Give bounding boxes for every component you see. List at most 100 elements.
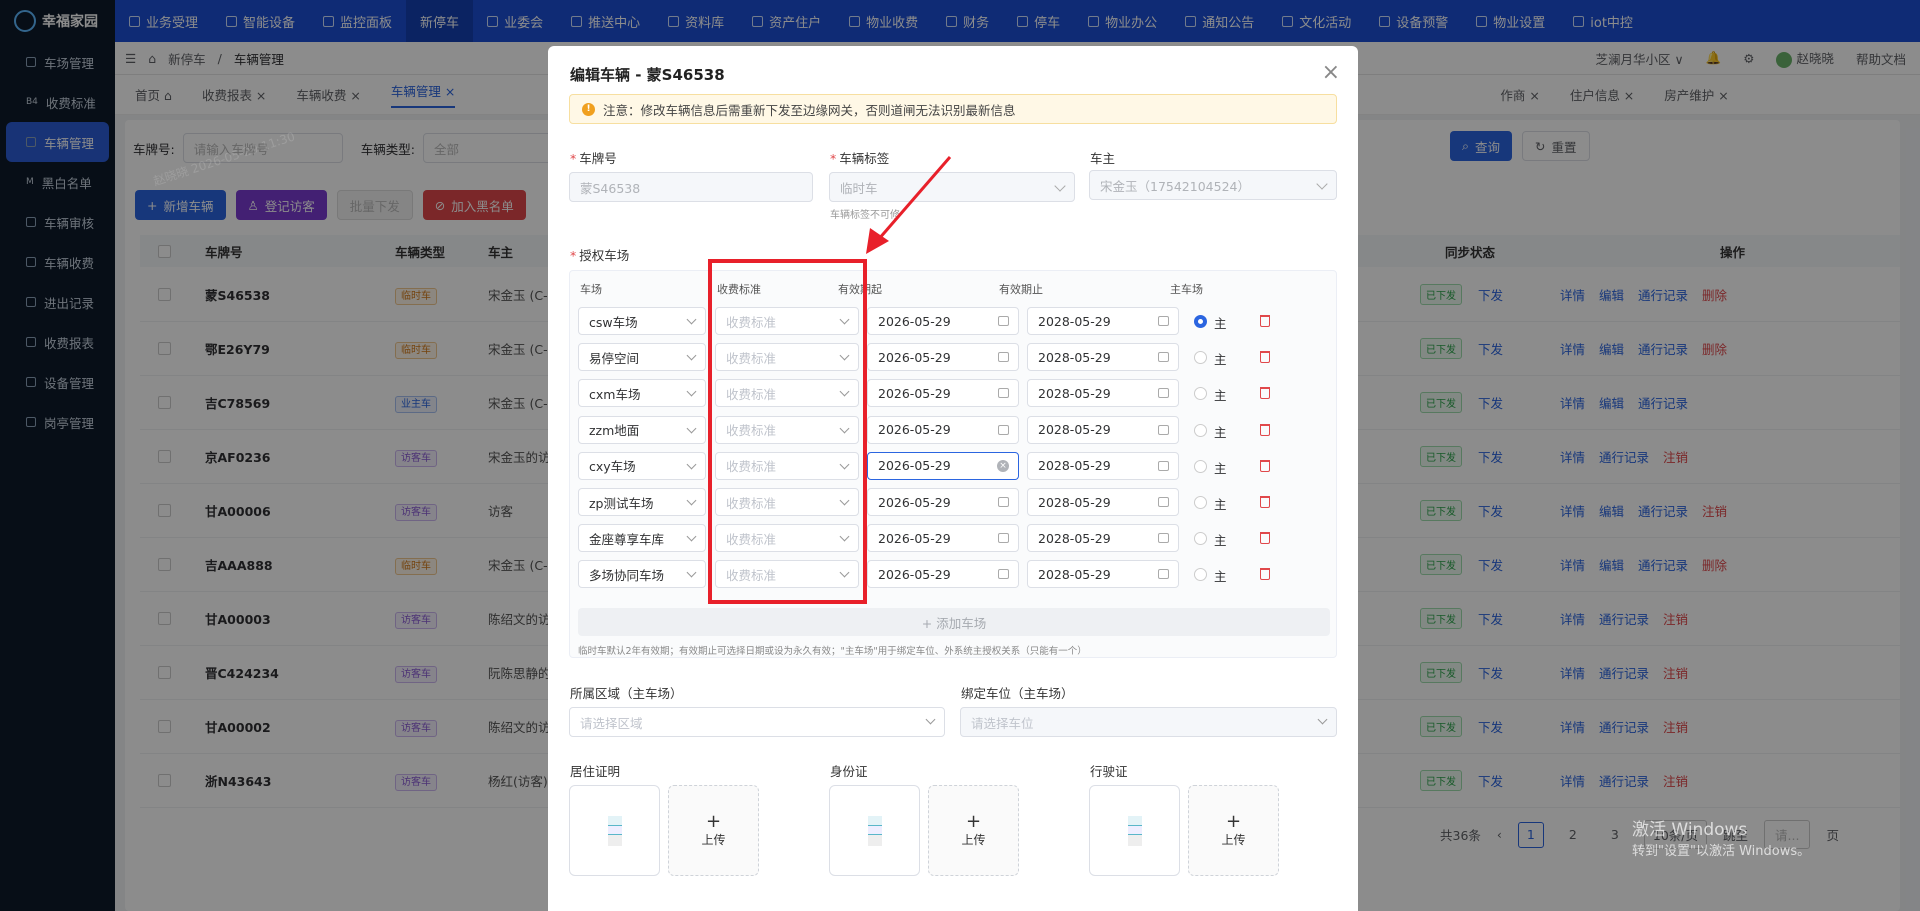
owner-label: 车主	[1090, 151, 1116, 166]
auth-parks-label: * 授权车场	[570, 248, 630, 263]
trash-icon[interactable]	[1260, 315, 1270, 327]
residence-proof-label: 居住证明	[570, 764, 621, 779]
calendar-icon	[1158, 352, 1169, 363]
start-date-picker[interactable]: 2026-05-29	[867, 379, 1019, 408]
chevron-down-icon	[686, 459, 697, 470]
calendar-icon	[1158, 424, 1169, 435]
calendar-icon	[1158, 497, 1169, 507]
trash-icon[interactable]	[1260, 459, 1270, 472]
clear-icon[interactable]: ×	[997, 459, 1009, 472]
plate-label: * 车牌号	[570, 151, 617, 166]
park-select[interactable]: cxm车场	[578, 379, 706, 408]
chevron-down-icon	[1317, 714, 1328, 725]
chevron-down-icon	[925, 714, 936, 725]
residence-proof-thumbnail[interactable]	[569, 785, 660, 876]
park-select[interactable]: 金座尊享车库	[578, 524, 706, 553]
park-select[interactable]: csw车场	[578, 307, 706, 335]
main-park-radio[interactable]	[1194, 496, 1207, 509]
chevron-down-icon	[686, 495, 697, 506]
chevron-down-icon	[686, 531, 697, 542]
park-row: 易停空间 收费标准 2026-05-29 2028-05-29 主	[570, 343, 1338, 373]
end-date-picker[interactable]: 2028-05-29	[1027, 415, 1179, 444]
main-park-radio[interactable]	[1194, 532, 1207, 546]
start-date-picker[interactable]: 2026-05-29	[867, 307, 1019, 335]
park-select[interactable]: cxy车场	[578, 451, 706, 480]
owner-select[interactable]: 宋金玉（17542104524）	[1089, 170, 1337, 200]
driving-license-thumbnail[interactable]	[1089, 785, 1180, 876]
trash-icon[interactable]	[1260, 387, 1270, 400]
main-park-radio[interactable]	[1194, 387, 1207, 401]
calendar-icon	[998, 316, 1009, 326]
id-card-label: 身份证	[830, 764, 868, 779]
calendar-icon	[1158, 316, 1169, 326]
chevron-down-icon	[1054, 180, 1066, 192]
tag-hint: 车辆标签不可修	[830, 210, 900, 221]
start-date-picker[interactable]: 2026-05-29	[867, 560, 1019, 589]
park-select[interactable]: 易停空间	[578, 343, 706, 372]
area-select[interactable]: 请选择区域	[569, 707, 945, 737]
chevron-down-icon	[1316, 178, 1328, 190]
chevron-down-icon	[686, 567, 697, 578]
add-park-button[interactable]: + 添加车场	[578, 608, 1330, 636]
plus-icon: +	[1225, 811, 1242, 832]
calendar-icon	[1158, 533, 1169, 544]
start-date-picker[interactable]: 2026-05-29	[867, 488, 1019, 516]
park-select[interactable]: zp测试车场	[578, 488, 706, 516]
id-card-thumbnail[interactable]	[829, 785, 920, 876]
calendar-icon	[1158, 388, 1169, 399]
notice-banner: ! 注意：修改车辆信息后需重新下发至边缘网关，否则道闸无法识别最新信息	[569, 94, 1337, 124]
start-date-picker[interactable]: 2026-05-29	[867, 524, 1019, 553]
space-label: 绑定车位（主车场）	[961, 686, 1074, 701]
park-select[interactable]: 多场协同车场	[578, 560, 706, 589]
calendar-icon	[998, 497, 1009, 507]
start-date-picker[interactable]: 2026-05-29	[867, 343, 1019, 372]
chevron-down-icon	[686, 350, 697, 361]
warning-icon: !	[582, 102, 595, 116]
fee-column-highlight	[708, 259, 867, 604]
modal-title: 编辑车辆 - 蒙S46538	[570, 66, 725, 84]
driving-license-label: 行驶证	[1090, 764, 1128, 779]
calendar-icon	[1158, 569, 1169, 580]
park-row: csw车场 收费标准 2026-05-29 2028-05-29 主	[570, 307, 1338, 337]
vehicle-tag-select[interactable]: 临时车	[829, 172, 1075, 202]
plus-icon: +	[705, 811, 722, 832]
trash-icon[interactable]	[1260, 532, 1270, 545]
plate-input[interactable]: 蒙S46538	[569, 172, 813, 202]
end-date-picker[interactable]: 2028-05-29	[1027, 307, 1179, 335]
chevron-down-icon	[686, 386, 697, 397]
area-label: 所属区域（主车场）	[570, 686, 683, 701]
chevron-down-icon	[686, 423, 697, 434]
park-select[interactable]: zzm地面	[578, 415, 706, 444]
residence-proof-upload[interactable]: + 上传	[668, 785, 759, 876]
end-date-picker[interactable]: 2028-05-29	[1027, 451, 1179, 480]
plus-icon: +	[965, 811, 982, 832]
auth-parks-table: 车场 收费标准 有效期起 有效期止 主车场 csw车场 收费标准 2026-05-2…	[569, 270, 1337, 658]
trash-icon[interactable]	[1260, 351, 1270, 364]
main-park-radio[interactable]	[1194, 315, 1207, 328]
driving-license-upload[interactable]: + 上传	[1188, 785, 1279, 876]
trash-icon[interactable]	[1260, 568, 1270, 581]
space-select[interactable]: 请选择车位	[960, 707, 1337, 737]
main-park-radio[interactable]	[1194, 351, 1207, 365]
calendar-icon	[998, 388, 1009, 399]
id-card-upload[interactable]: + 上传	[928, 785, 1019, 876]
park-footnote: 临时车默认2年有效期；有效期止可选择日期或设为永久有效；"主车场"用于绑定车位、…	[578, 646, 1087, 657]
end-date-picker[interactable]: 2028-05-29	[1027, 524, 1179, 553]
park-row: zp测试车场 收费标准 2026-05-29 2028-05-29 主	[570, 488, 1338, 518]
park-row: cxm车场 收费标准 2026-05-29 2028-05-29 主	[570, 379, 1338, 409]
main-park-radio[interactable]	[1194, 568, 1207, 582]
close-icon[interactable]: ×	[1322, 60, 1340, 85]
end-date-picker[interactable]: 2028-05-29	[1027, 488, 1179, 516]
start-date-picker[interactable]: 2026-05-29 ×	[867, 451, 1019, 480]
vehicle-tag-label: * 车辆标签	[830, 151, 890, 166]
start-date-picker[interactable]: 2026-05-29	[867, 415, 1019, 444]
end-date-picker[interactable]: 2028-05-29	[1027, 560, 1179, 589]
park-row: 金座尊享车库 收费标准 2026-05-29 2028-05-29 主	[570, 524, 1338, 554]
trash-icon[interactable]	[1260, 496, 1270, 508]
windows-activation-watermark: 激活 Windows 转到"设置"以激活 Windows。	[1632, 820, 1811, 859]
trash-icon[interactable]	[1260, 423, 1270, 436]
main-park-radio[interactable]	[1194, 459, 1207, 473]
end-date-picker[interactable]: 2028-05-29	[1027, 379, 1179, 408]
end-date-picker[interactable]: 2028-05-29	[1027, 343, 1179, 372]
main-park-radio[interactable]	[1194, 423, 1207, 437]
